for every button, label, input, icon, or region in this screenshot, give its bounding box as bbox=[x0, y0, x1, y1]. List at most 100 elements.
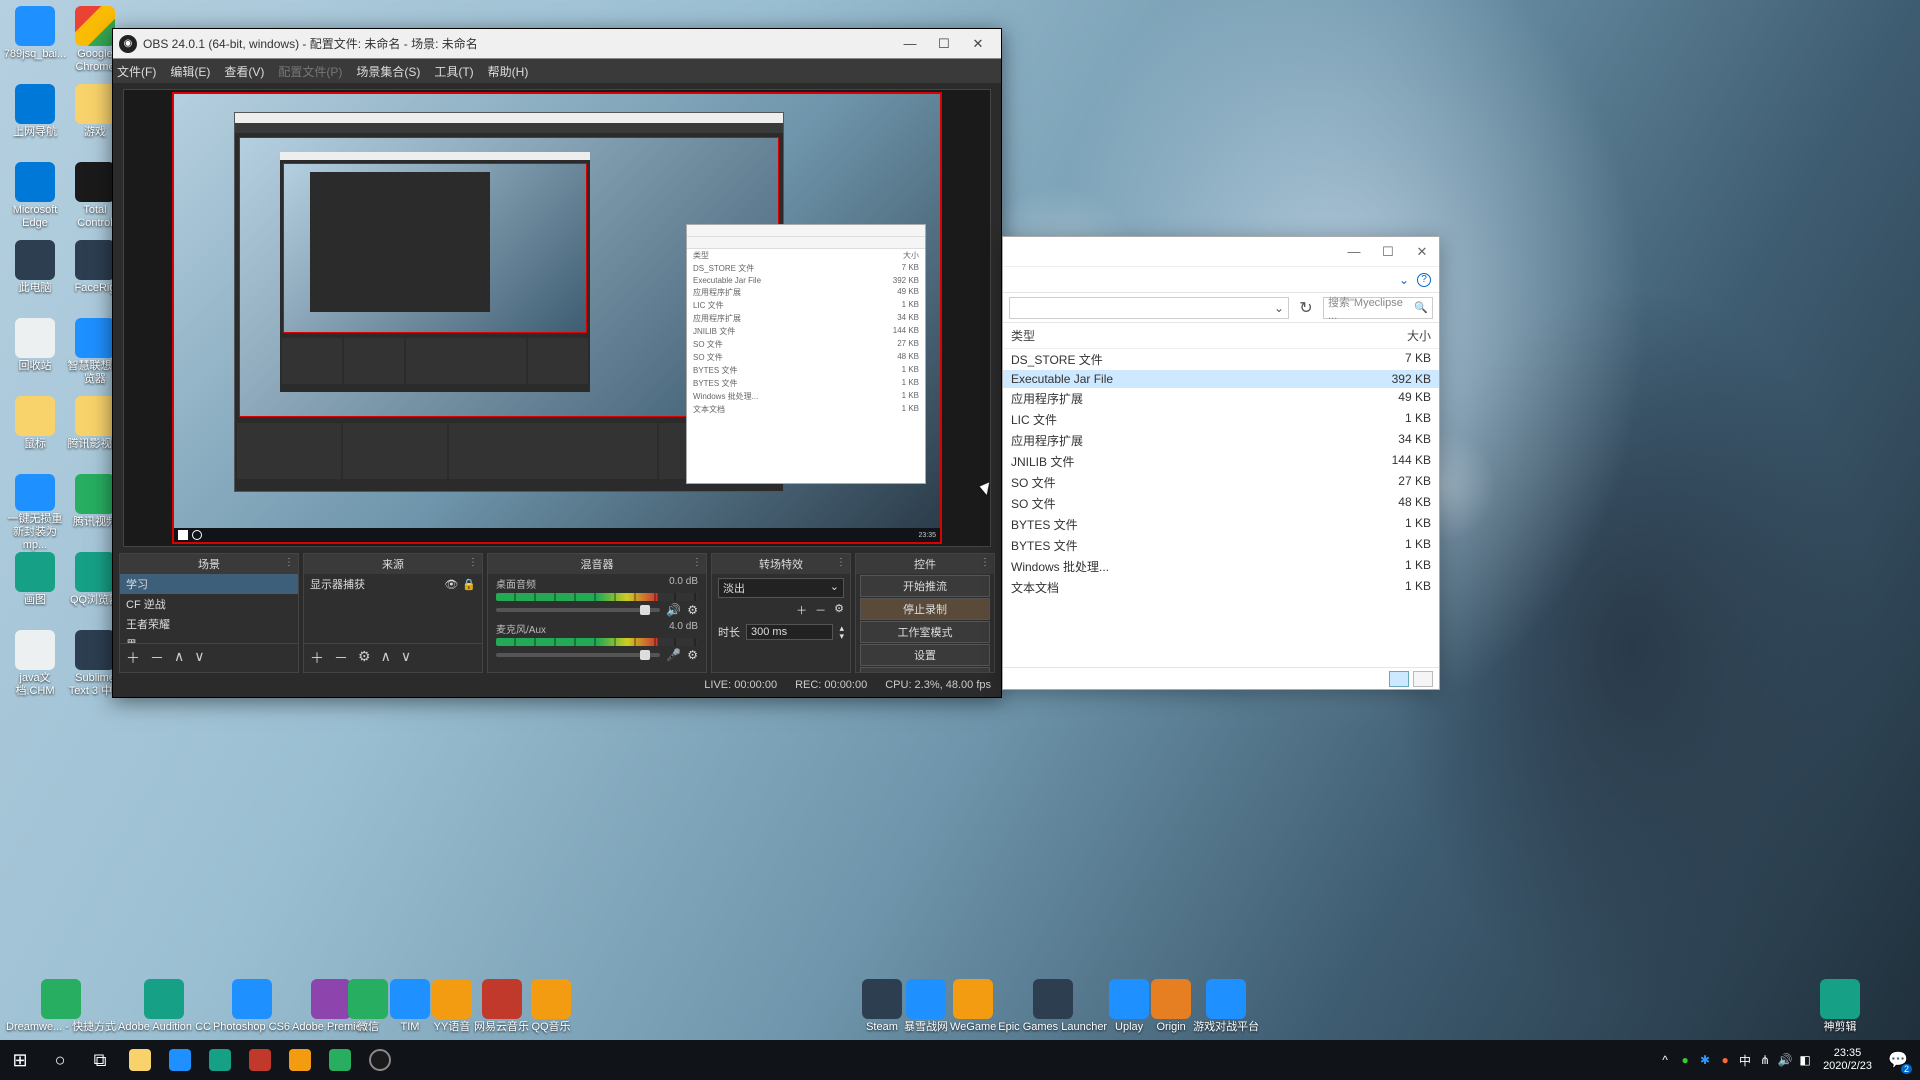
address-crumb[interactable]: ⌄ bbox=[1009, 297, 1289, 319]
minimize-button[interactable]: — bbox=[893, 31, 927, 57]
desktop-icon[interactable]: 暴雪战网 bbox=[904, 979, 948, 1034]
add-scene-button[interactable]: ＋ bbox=[126, 648, 140, 668]
close-button[interactable]: ✕ bbox=[961, 31, 995, 57]
explorer-maximize-button[interactable]: ☐ bbox=[1371, 239, 1405, 265]
desktop-icon[interactable]: java文档.CHM bbox=[6, 630, 64, 708]
menu-item[interactable]: 场景集合(S) bbox=[356, 63, 420, 80]
scene-item[interactable]: 王者荣耀 bbox=[120, 614, 298, 634]
duration-input[interactable]: 300 ms bbox=[746, 624, 833, 640]
desktop-icon[interactable]: 画图 bbox=[6, 552, 64, 630]
toolbar-dropdown-icon[interactable]: ⌄ bbox=[1399, 273, 1409, 287]
taskbar-explorer-icon[interactable] bbox=[120, 1040, 160, 1080]
transition-add-button[interactable]: ＋ bbox=[796, 602, 807, 618]
notifications-button[interactable]: 💬2 bbox=[1880, 1040, 1916, 1080]
desktop-icon[interactable]: Microsoft Edge bbox=[6, 162, 64, 240]
taskbar-app-icon[interactable] bbox=[280, 1040, 320, 1080]
transition-settings-button[interactable]: ⚙ bbox=[834, 602, 844, 618]
desktop-icon[interactable]: 789jsq_bai... bbox=[6, 6, 64, 84]
control-button[interactable]: 退出 bbox=[860, 667, 990, 672]
control-button[interactable]: 设置 bbox=[860, 644, 990, 666]
file-row[interactable]: 应用程序扩展34 KB bbox=[1003, 430, 1439, 451]
help-icon[interactable]: ? bbox=[1417, 273, 1431, 287]
taskbar-app-icon[interactable] bbox=[200, 1040, 240, 1080]
file-row[interactable]: LIC 文件1 KB bbox=[1003, 409, 1439, 430]
taskbar-clock[interactable]: 23:35 2020/2/23 bbox=[1815, 1047, 1880, 1073]
tray-volume-icon[interactable]: 🔊 bbox=[1775, 1040, 1795, 1080]
desktop-icon[interactable]: 回收站 bbox=[6, 318, 64, 396]
taskbar-app-icon[interactable] bbox=[240, 1040, 280, 1080]
desktop-icon[interactable]: 微信 bbox=[348, 979, 388, 1034]
desktop-icon[interactable]: Dreamwe... - 快捷方式 bbox=[6, 979, 116, 1034]
desktop-icon[interactable]: Photoshop CS6 bbox=[213, 979, 290, 1034]
duration-stepper[interactable]: ▴▾ bbox=[839, 624, 844, 640]
desktop-icon[interactable]: TIM bbox=[390, 979, 430, 1034]
menu-item[interactable]: 文件(F) bbox=[117, 63, 156, 80]
tray-icon[interactable]: ◧ bbox=[1795, 1040, 1815, 1080]
maximize-button[interactable]: ☐ bbox=[927, 31, 961, 57]
explorer-search-input[interactable]: 搜索"Myeclipse ... 🔍 bbox=[1323, 297, 1433, 319]
gear-icon[interactable]: ⚙ bbox=[687, 648, 698, 662]
explorer-columns[interactable]: 类型 大小 bbox=[1003, 323, 1439, 349]
start-button[interactable]: ⊞ bbox=[0, 1040, 40, 1080]
mic-mute-icon[interactable]: 🎤 bbox=[666, 648, 681, 662]
source-item[interactable]: 显示器捕获 👁 🔒 bbox=[304, 574, 482, 594]
volume-slider[interactable] bbox=[496, 653, 660, 657]
tray-icon[interactable]: ✱ bbox=[1695, 1040, 1715, 1080]
desktop-icon[interactable]: Origin bbox=[1151, 979, 1191, 1034]
explorer-titlebar[interactable]: — ☐ ✕ bbox=[1003, 237, 1439, 267]
taskbar-app-icon[interactable] bbox=[160, 1040, 200, 1080]
scene-up-button[interactable]: ∧ bbox=[174, 648, 184, 668]
file-row[interactable]: 应用程序扩展49 KB bbox=[1003, 388, 1439, 409]
control-button[interactable]: 停止录制 bbox=[860, 598, 990, 620]
tray-network-icon[interactable]: ⋔ bbox=[1755, 1040, 1775, 1080]
speaker-icon[interactable]: 🔊 bbox=[666, 603, 681, 617]
desktop-icon[interactable]: YY语音 bbox=[432, 979, 472, 1034]
menu-item[interactable]: 工具(T) bbox=[434, 63, 473, 80]
scene-down-button[interactable]: ∨ bbox=[194, 648, 204, 668]
transition-select[interactable]: 淡出 ⌄ bbox=[718, 578, 844, 598]
scene-item[interactable]: CF 逆战 bbox=[120, 594, 298, 614]
desktop-icon[interactable]: 一键无损重新封装为 mp... bbox=[6, 474, 64, 552]
desktop-icon[interactable]: QQ音乐 bbox=[531, 979, 571, 1034]
transition-remove-button[interactable]: － bbox=[815, 602, 826, 618]
eye-icon[interactable]: 👁 bbox=[444, 578, 458, 591]
file-row[interactable]: Windows 批处理...1 KB bbox=[1003, 556, 1439, 577]
desktop-icon[interactable]: Adobe Audition CC bbox=[118, 979, 211, 1034]
taskbar-app-icon[interactable] bbox=[320, 1040, 360, 1080]
menu-item[interactable]: 查看(V) bbox=[224, 63, 264, 80]
desktop-icon[interactable]: WeGame bbox=[950, 979, 996, 1034]
desktop-icon[interactable]: 神剪辑 bbox=[1820, 979, 1860, 1034]
tray-ime-icon[interactable]: 中 bbox=[1735, 1040, 1755, 1080]
menu-item[interactable]: 帮助(H) bbox=[488, 63, 529, 80]
view-icons-button[interactable] bbox=[1413, 671, 1433, 687]
taskbar-obs-icon[interactable] bbox=[360, 1040, 400, 1080]
desktop-icon[interactable]: Uplay bbox=[1109, 979, 1149, 1034]
desktop-icon[interactable]: 上网导航 bbox=[6, 84, 64, 162]
scene-item[interactable]: 学习 bbox=[120, 574, 298, 594]
obs-preview[interactable]: 类型大小 DS_STORE 文件7 KB Executable Jar File… bbox=[123, 89, 991, 547]
tray-icon[interactable]: ● bbox=[1715, 1040, 1735, 1080]
source-settings-button[interactable]: ⚙ bbox=[358, 648, 371, 668]
remove-scene-button[interactable]: － bbox=[150, 648, 164, 668]
source-down-button[interactable]: ∨ bbox=[401, 648, 411, 668]
desktop-icon[interactable]: 网易云音乐 bbox=[474, 979, 529, 1034]
refresh-button[interactable]: ↻ bbox=[1295, 297, 1317, 319]
obs-titlebar[interactable]: ◉ OBS 24.0.1 (64-bit, windows) - 配置文件: 未… bbox=[113, 29, 1001, 59]
desktop-icon[interactable]: 鼠标 bbox=[6, 396, 64, 474]
tray-icon[interactable]: ● bbox=[1675, 1040, 1695, 1080]
desktop-icon[interactable]: Steam bbox=[862, 979, 902, 1034]
file-row[interactable]: BYTES 文件1 KB bbox=[1003, 535, 1439, 556]
explorer-close-button[interactable]: ✕ bbox=[1405, 239, 1439, 265]
menu-item[interactable]: 编辑(E) bbox=[170, 63, 210, 80]
control-button[interactable]: 工作室模式 bbox=[860, 621, 990, 643]
cortana-button[interactable]: ○ bbox=[40, 1040, 80, 1080]
control-button[interactable]: 开始推流 bbox=[860, 575, 990, 597]
desktop-icon[interactable]: 此电脑 bbox=[6, 240, 64, 318]
taskview-button[interactable]: ⧉ bbox=[80, 1040, 120, 1080]
file-row[interactable]: 文本文档1 KB bbox=[1003, 577, 1439, 598]
file-row[interactable]: SO 文件48 KB bbox=[1003, 493, 1439, 514]
view-details-button[interactable] bbox=[1389, 671, 1409, 687]
volume-slider[interactable] bbox=[496, 608, 660, 612]
file-row[interactable]: Executable Jar File392 KB bbox=[1003, 370, 1439, 388]
desktop-icon[interactable]: Epic Games Launcher bbox=[998, 979, 1107, 1034]
